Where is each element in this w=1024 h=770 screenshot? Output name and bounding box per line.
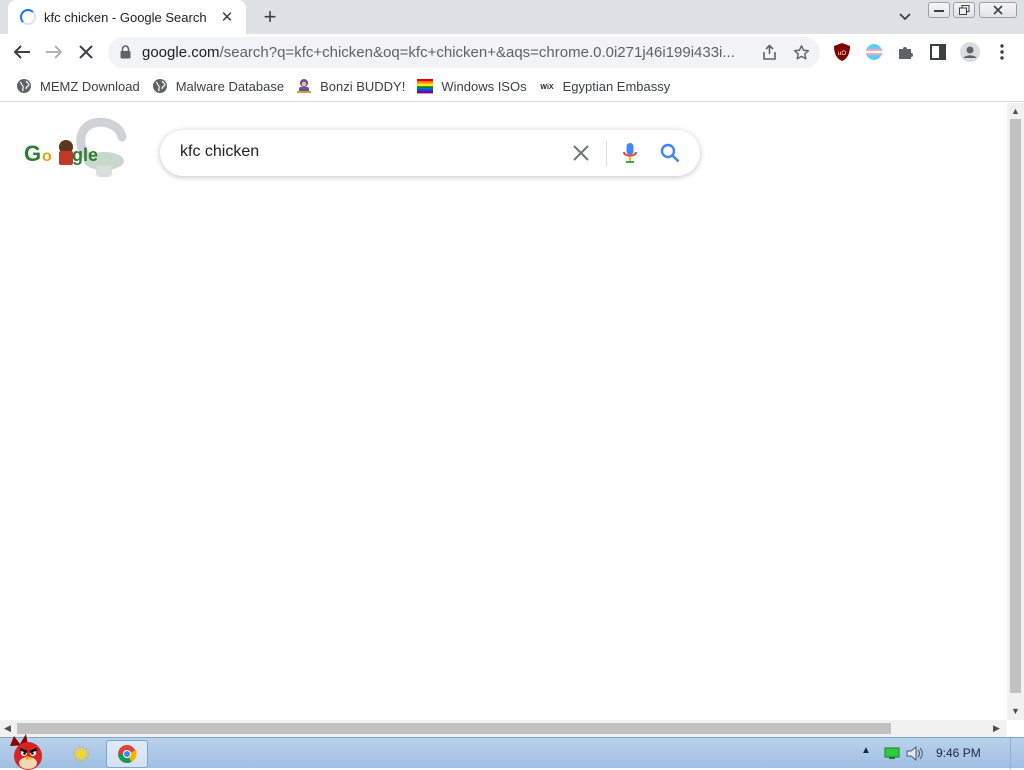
minimize-button[interactable] [928, 2, 950, 18]
microphone-icon[interactable] [618, 141, 642, 165]
google-doodle-logo[interactable]: G o gle [22, 117, 132, 181]
chrome-icon [118, 745, 137, 763]
taskbar-app-chrome[interactable] [106, 740, 148, 768]
tab-close-icon[interactable]: ✕ [218, 8, 236, 26]
horizontal-scroll-thumb[interactable] [17, 723, 891, 734]
scroll-up-arrow-icon[interactable]: ▲ [1011, 106, 1020, 116]
browser-toolbar: google.com/search?q=kfc+chicken&oq=kfc+c… [0, 34, 1024, 71]
bookmark-malware-database[interactable]: Malware Database [150, 73, 292, 99]
sun-folder-icon [72, 745, 90, 763]
rainbow-flag-icon [417, 79, 434, 94]
bookmark-egyptian-embassy[interactable]: WiX Egyptian Embassy [537, 73, 679, 99]
new-tab-button[interactable]: + [258, 4, 282, 29]
vertical-scroll-thumb[interactable] [1010, 119, 1021, 693]
ublock-origin-icon[interactable]: uO [828, 38, 856, 66]
search-icon[interactable] [658, 141, 682, 165]
svg-text:WiX: WiX [540, 84, 553, 91]
bookmark-star-icon[interactable] [793, 44, 810, 66]
close-window-button[interactable] [979, 2, 1017, 18]
bookmark-label: Bonzi BUDDY! [320, 78, 406, 94]
loading-spinner-icon [20, 9, 36, 25]
extension-flag-icon[interactable] [860, 38, 888, 66]
url-host: google.com [142, 44, 220, 61]
vertical-scrollbar[interactable]: ▲ ▼ [1007, 103, 1024, 720]
share-icon[interactable] [761, 44, 778, 66]
search-box[interactable]: kfc chicken [160, 130, 700, 176]
bookmark-bonzi-buddy[interactable]: Bonzi BUDDY! [294, 73, 413, 99]
svg-text:uO: uO [838, 51, 846, 57]
network-icon[interactable] [884, 747, 900, 760]
taskbar: ▲ 9:46 PM [0, 734, 1024, 770]
scroll-right-arrow-icon[interactable]: ▶ [993, 723, 1000, 734]
wix-icon: WiX [540, 84, 553, 91]
globe-icon [152, 79, 167, 93]
tab-strip: kfc chicken - Google Search ✕ + [0, 0, 1024, 34]
tab-google-search[interactable]: kfc chicken - Google Search ✕ [8, 0, 246, 34]
svg-text:o: o [42, 148, 52, 165]
url-path: /search?q=kfc+chicken&oq=kfc+chicken+&aq… [219, 44, 735, 61]
bookmark-label: Egyptian Embassy [562, 78, 671, 94]
side-panel-icon[interactable] [924, 38, 952, 66]
back-button[interactable] [8, 38, 36, 66]
tab-search-chevron-icon[interactable] [894, 6, 916, 28]
bookmark-label: MEMZ Download [40, 78, 140, 94]
bookmarks-bar: MEMZ Download Malware Database Bonzi BUD… [0, 71, 1024, 102]
scroll-down-arrow-icon[interactable]: ▼ [1011, 706, 1020, 716]
url-text[interactable]: google.com/search?q=kfc+chicken&oq=kfc+c… [142, 44, 762, 61]
svg-text:gle: gle [72, 145, 98, 165]
menu-kebab-icon[interactable] [988, 38, 1016, 66]
search-divider [606, 140, 607, 166]
svg-text:G: G [24, 141, 41, 166]
tab-title: kfc chicken - Google Search [44, 9, 207, 25]
search-input[interactable]: kfc chicken [180, 143, 259, 161]
show-hidden-icons-arrow-icon[interactable]: ▲ [861, 745, 871, 756]
restore-button[interactable] [953, 2, 975, 18]
taskbar-app-folder[interactable] [60, 740, 102, 768]
taskbar-clock[interactable]: 9:46 PM [936, 746, 981, 760]
page-content: G o gle kfc chicken [0, 103, 1007, 720]
clear-icon[interactable] [569, 141, 593, 165]
volume-icon[interactable] [906, 746, 924, 761]
bookmark-label: Windows ISOs [441, 78, 527, 94]
horizontal-scrollbar[interactable]: ◀ ▶ [0, 720, 1007, 737]
show-desktop-button[interactable] [1010, 738, 1024, 769]
profile-avatar-icon[interactable] [956, 38, 984, 66]
forward-button[interactable] [40, 38, 68, 66]
bookmark-windows-isos[interactable]: Windows ISOs [415, 73, 534, 99]
bookmark-label: Malware Database [175, 78, 285, 94]
bonzi-icon [297, 79, 312, 93]
address-bar[interactable]: google.com/search?q=kfc+chicken&oq=kfc+c… [108, 37, 820, 68]
lock-icon[interactable] [120, 45, 131, 64]
extensions-puzzle-icon[interactable] [892, 38, 920, 66]
start-button-angry-bird-icon[interactable] [4, 732, 50, 770]
globe-icon [17, 79, 31, 93]
stop-loading-button[interactable] [72, 38, 100, 66]
bookmark-memz-download[interactable]: MEMZ Download [14, 73, 148, 99]
